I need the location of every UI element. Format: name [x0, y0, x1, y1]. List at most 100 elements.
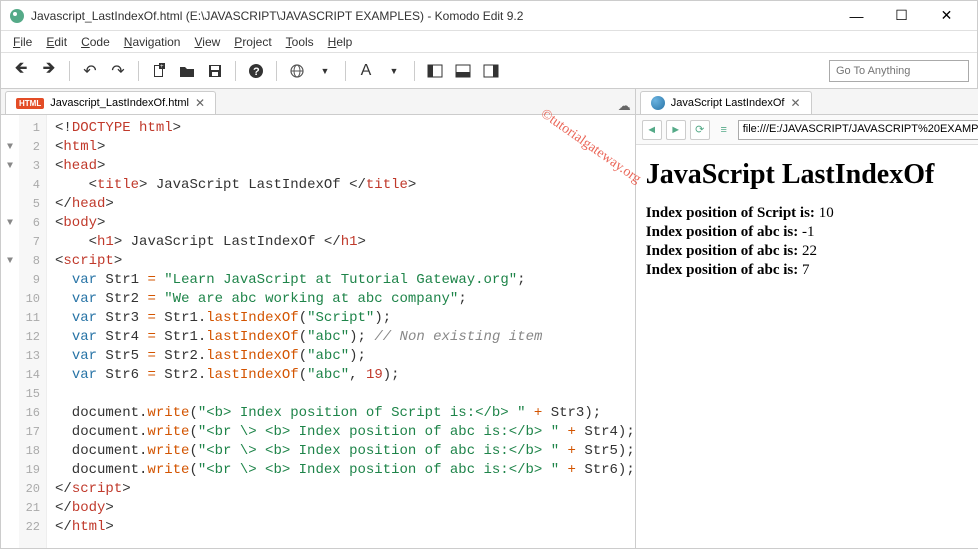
preview-tab[interactable]: JavaScript LastIndexOf ✕: [640, 91, 812, 114]
fold-marker: [1, 328, 19, 347]
app-icon: [9, 8, 25, 24]
new-file-button[interactable]: +: [147, 59, 171, 83]
code-line[interactable]: document.write("<br \> <b> Index positio…: [55, 423, 635, 442]
panel-left-button[interactable]: [423, 59, 447, 83]
code-line[interactable]: var Str3 = Str1.lastIndexOf("Script");: [55, 309, 635, 328]
fold-marker: [1, 461, 19, 480]
line-number: 14: [19, 366, 40, 385]
line-number: 17: [19, 423, 40, 442]
code-line[interactable]: </html>: [55, 518, 635, 537]
fold-marker[interactable]: ▼: [1, 214, 19, 233]
browser-reload-button[interactable]: ⟳: [690, 120, 710, 140]
open-button[interactable]: [175, 59, 199, 83]
menu-file[interactable]: File: [7, 33, 38, 51]
editor-pane: HTML Javascript_LastIndexOf.html ✕ ☁ ▼▼▼…: [1, 89, 636, 548]
line-number: 5: [19, 195, 40, 214]
maximize-button[interactable]: ☐: [879, 2, 924, 30]
fold-marker: [1, 404, 19, 423]
menu-tools[interactable]: Tools: [280, 33, 320, 51]
back-button[interactable]: 🡸: [9, 59, 33, 83]
code-line[interactable]: <title> JavaScript LastIndexOf </title>: [55, 176, 635, 195]
line-number: 15: [19, 385, 40, 404]
code-line[interactable]: <script>: [55, 252, 635, 271]
code-line[interactable]: document.write("<b> Index position of Sc…: [55, 404, 635, 423]
forward-button[interactable]: 🡺: [37, 59, 61, 83]
panel-bottom-button[interactable]: [451, 59, 475, 83]
menu-help[interactable]: Help: [322, 33, 359, 51]
code-line[interactable]: var Str5 = Str2.lastIndexOf("abc");: [55, 347, 635, 366]
code-line[interactable]: <body>: [55, 214, 635, 233]
menubar: FileEditCodeNavigationViewProjectToolsHe…: [1, 31, 977, 53]
code-line[interactable]: </script>: [55, 480, 635, 499]
fold-marker[interactable]: ▼: [1, 157, 19, 176]
fold-marker: [1, 423, 19, 442]
redo-button[interactable]: ↷: [106, 59, 130, 83]
fold-marker: [1, 347, 19, 366]
globe-icon: [651, 96, 665, 110]
undo-button[interactable]: ↶: [78, 59, 102, 83]
fold-marker: [1, 290, 19, 309]
line-number: 12: [19, 328, 40, 347]
fold-marker: [1, 195, 19, 214]
code-line[interactable]: var Str4 = Str1.lastIndexOf("abc"); // N…: [55, 328, 635, 347]
code-line[interactable]: var Str1 = "Learn JavaScript at Tutorial…: [55, 271, 635, 290]
fold-marker: [1, 271, 19, 290]
fold-marker: [1, 480, 19, 499]
menu-view[interactable]: View: [188, 33, 226, 51]
code-line[interactable]: </head>: [55, 195, 635, 214]
code-line[interactable]: document.write("<br \> <b> Index positio…: [55, 461, 635, 480]
fold-marker: [1, 385, 19, 404]
output-line: Index position of Script is: 10: [646, 205, 978, 222]
minimize-button[interactable]: —: [834, 2, 879, 30]
code-line[interactable]: <!DOCTYPE html>: [55, 119, 635, 138]
editor-tab[interactable]: HTML Javascript_LastIndexOf.html ✕: [5, 91, 216, 114]
output-line: Index position of abc is: -1: [646, 224, 978, 241]
dropdown-icon[interactable]: ▼: [382, 59, 406, 83]
line-number: 21: [19, 499, 40, 518]
fold-marker[interactable]: ▼: [1, 252, 19, 271]
code-line[interactable]: <html>: [55, 138, 635, 157]
browser-back-button[interactable]: ◄: [642, 120, 662, 140]
font-button[interactable]: A: [354, 59, 378, 83]
code-line[interactable]: <h1> JavaScript LastIndexOf </h1>: [55, 233, 635, 252]
menu-edit[interactable]: Edit: [40, 33, 73, 51]
window-title: Javascript_LastIndexOf.html (E:\JAVASCRI…: [31, 9, 834, 23]
save-button[interactable]: [203, 59, 227, 83]
line-number: 4: [19, 176, 40, 195]
panel-right-button[interactable]: [479, 59, 503, 83]
url-bar[interactable]: file:///E:/JAVASCRIPT/JAVASCRIPT%20EXAMP…: [738, 120, 978, 140]
code-line[interactable]: var Str6 = Str2.lastIndexOf("abc", 19);: [55, 366, 635, 385]
code-line[interactable]: <head>: [55, 157, 635, 176]
close-button[interactable]: ✕: [924, 2, 969, 30]
fold-marker: [1, 233, 19, 252]
tab-menu-icon[interactable]: ☁: [618, 98, 631, 114]
browser-menu-button[interactable]: ≡: [714, 120, 734, 140]
code-line[interactable]: var Str2 = "We are abc working at abc co…: [55, 290, 635, 309]
line-number: 10: [19, 290, 40, 309]
output-line: Index position of abc is: 22: [646, 243, 978, 260]
code-line[interactable]: document.write("<br \> <b> Index positio…: [55, 442, 635, 461]
fold-marker: [1, 499, 19, 518]
menu-navigation[interactable]: Navigation: [118, 33, 187, 51]
code-editor[interactable]: ▼▼▼▼ 12345678910111213141516171819202122…: [1, 115, 635, 548]
help-button[interactable]: ?: [244, 59, 268, 83]
menu-code[interactable]: Code: [75, 33, 116, 51]
line-number: 7: [19, 233, 40, 252]
close-icon[interactable]: ✕: [195, 96, 205, 110]
browser-forward-button[interactable]: ►: [666, 120, 686, 140]
dropdown-icon[interactable]: ▼: [313, 59, 337, 83]
preview-tab-label: JavaScript LastIndexOf: [671, 97, 785, 109]
line-number: 22: [19, 518, 40, 537]
svg-text:+: +: [160, 64, 164, 70]
code-line[interactable]: </body>: [55, 499, 635, 518]
goto-anything-input[interactable]: [829, 60, 969, 82]
output-line: Index position of abc is: 7: [646, 262, 978, 279]
code-line[interactable]: [55, 385, 635, 404]
rendered-page: JavaScript LastIndexOf Index position of…: [636, 145, 978, 548]
line-number: 2: [19, 138, 40, 157]
globe-button[interactable]: [285, 59, 309, 83]
line-number: 1: [19, 119, 40, 138]
menu-project[interactable]: Project: [228, 33, 277, 51]
fold-marker[interactable]: ▼: [1, 138, 19, 157]
close-icon[interactable]: ✕: [790, 96, 800, 110]
